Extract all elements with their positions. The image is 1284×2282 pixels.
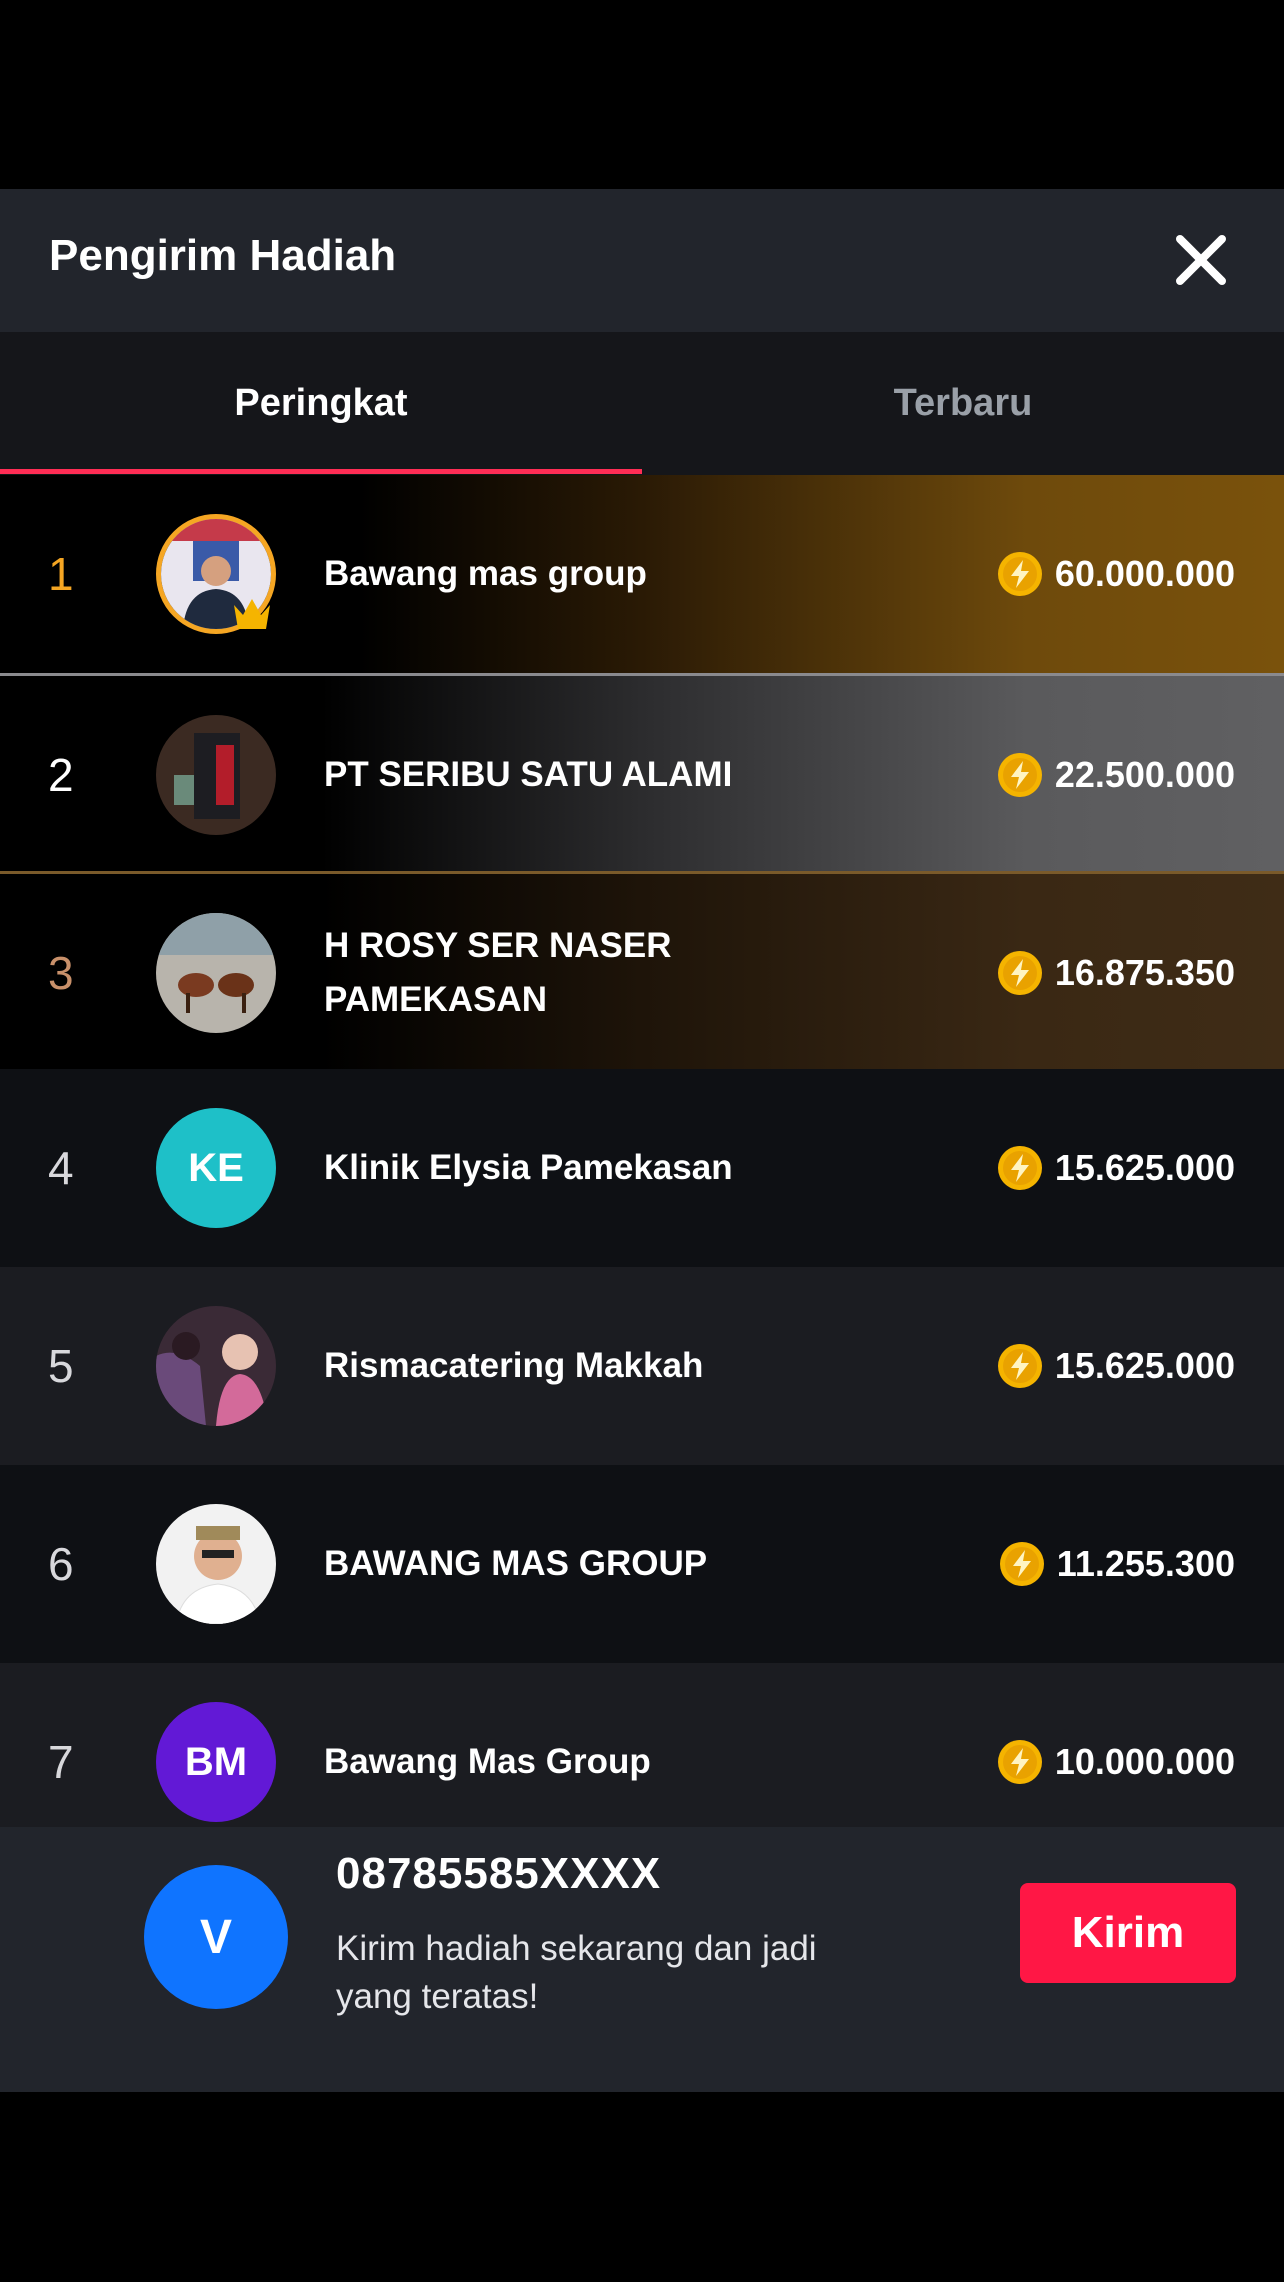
gift-amount: 60.000.000 — [997, 475, 1235, 673]
leaderboard-row[interactable]: 3 H ROSY SER NASER PAMEKASAN 16.875.350 — [0, 871, 1284, 1069]
sheet-title: Pengirim Hadiah — [49, 231, 397, 280]
avatar[interactable] — [156, 913, 276, 1033]
leaderboard-row[interactable]: 2 PT SERIBU SATU ALAMI 22.500.000 — [0, 673, 1284, 871]
rank-number: 6 — [48, 1538, 74, 1590]
avatar[interactable]: KE — [156, 1108, 276, 1228]
coin-icon — [997, 1344, 1042, 1388]
sender-name: H ROSY SER NASER PAMEKASAN — [324, 926, 672, 1019]
gift-amount-value: 16.875.350 — [1054, 952, 1235, 993]
gift-amount-value: 10.000.000 — [1054, 1741, 1235, 1782]
sheet-header: Pengirim Hadiah — [0, 189, 1284, 332]
close-button[interactable] — [1168, 227, 1234, 293]
leaderboard-row[interactable]: 5 Rismacatering Makkah 15.625.000 — [0, 1267, 1284, 1465]
gift-amount: 22.500.000 — [997, 676, 1235, 874]
current-user-footer: V 08785585XXXX Kirim hadiah sekarang dan… — [0, 1827, 1284, 2092]
sender-name: Bawang mas group — [324, 554, 647, 593]
leaderboard-row[interactable]: 4 KE Klinik Elysia Pamekasan 15.625.000 — [0, 1069, 1284, 1267]
rank-number: 4 — [48, 1142, 74, 1194]
gift-amount-value: 15.625.000 — [1054, 1345, 1235, 1386]
send-gift-button[interactable]: Kirim — [1020, 1883, 1236, 1983]
user-avatar[interactable]: V — [144, 1865, 288, 2009]
gift-amount: 15.625.000 — [997, 1069, 1235, 1267]
avatar[interactable] — [156, 715, 276, 835]
avatar[interactable]: BM — [156, 1702, 276, 1822]
sender-name: Klinik Elysia Pamekasan — [324, 1148, 733, 1187]
coin-icon — [997, 1740, 1042, 1784]
prompt-message: Kirim hadiah sekarang dan jadi yang tera… — [336, 1929, 817, 2016]
rank-number: 2 — [48, 749, 74, 801]
tab-peringkat[interactable]: Peringkat — [0, 332, 642, 475]
sender-name: PT SERIBU SATU ALAMI — [324, 755, 733, 794]
rank-number: 1 — [48, 548, 74, 600]
coin-icon — [997, 753, 1042, 797]
coin-icon — [997, 951, 1042, 995]
avatar[interactable] — [156, 1306, 276, 1426]
leaderboard-row[interactable]: 6 BAWANG MAS GROUP 11.255.300 — [0, 1465, 1284, 1663]
user-id: 08785585XXXX — [336, 1849, 662, 1898]
rank-number: 5 — [48, 1340, 74, 1392]
leaderboard-row[interactable]: 1 Bawang mas group 60.000.000 — [0, 475, 1284, 673]
tab-bar: Peringkat Terbaru — [0, 332, 1284, 475]
gift-amount: 15.625.000 — [997, 1267, 1235, 1465]
gift-amount: 16.875.350 — [997, 874, 1235, 1072]
close-icon — [1176, 235, 1226, 285]
gift-amount: 11.255.300 — [999, 1465, 1235, 1663]
coin-icon — [997, 552, 1042, 596]
rank-number: 3 — [48, 947, 74, 999]
gift-senders-sheet: Pengirim Hadiah Peringkat Terbaru 1 Bawa… — [0, 189, 1284, 2092]
active-tab-indicator — [0, 469, 642, 474]
sender-name: BAWANG MAS GROUP — [324, 1544, 708, 1583]
gift-amount-value: 22.500.000 — [1054, 754, 1235, 795]
coin-icon — [999, 1542, 1044, 1586]
crown-icon — [230, 593, 274, 633]
sender-name: Rismacatering Makkah — [324, 1346, 704, 1385]
tab-terbaru[interactable]: Terbaru — [642, 332, 1284, 475]
gift-amount-value: 11.255.300 — [1056, 1543, 1235, 1584]
gift-amount-value: 15.625.000 — [1054, 1147, 1235, 1188]
coin-icon — [997, 1146, 1042, 1190]
gift-amount-value: 60.000.000 — [1054, 553, 1235, 594]
avatar[interactable] — [156, 1504, 276, 1624]
